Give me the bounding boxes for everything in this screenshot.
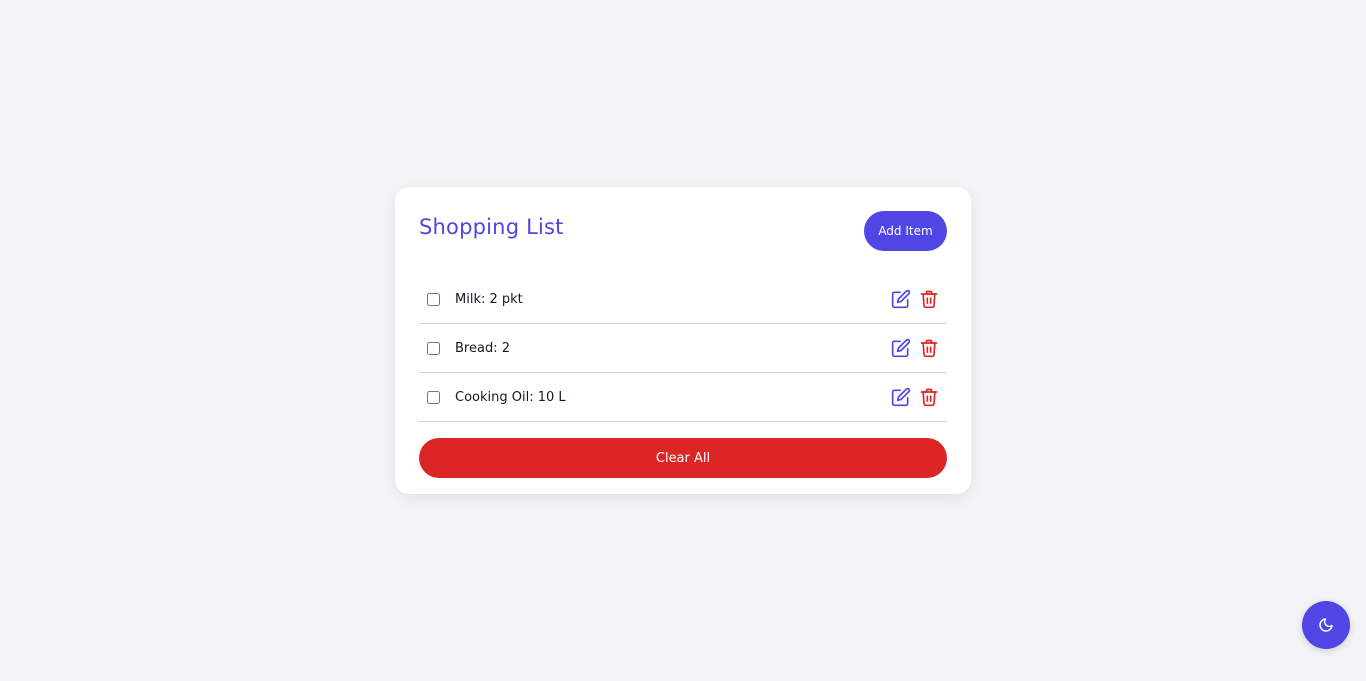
delete-button[interactable] — [919, 338, 939, 358]
delete-button[interactable] — [919, 289, 939, 309]
item-actions — [891, 289, 939, 309]
item-list: Milk: 2 pkt Bread: 2 Cooking Oil: 10 L — [419, 275, 947, 422]
item-checkbox[interactable] — [427, 341, 440, 355]
delete-button[interactable] — [919, 387, 939, 407]
edit-button[interactable] — [891, 289, 911, 309]
item-checkbox[interactable] — [427, 292, 440, 306]
trash-icon — [920, 290, 938, 309]
add-item-button[interactable]: Add Item — [864, 211, 947, 251]
card-header: Shopping List Add Item — [419, 211, 947, 275]
list-item: Cooking Oil: 10 L — [419, 373, 947, 422]
page-title: Shopping List — [419, 215, 564, 239]
item-checkbox[interactable] — [427, 390, 440, 404]
item-actions — [891, 387, 939, 407]
edit-icon — [891, 338, 911, 358]
moon-icon — [1319, 618, 1333, 632]
trash-icon — [920, 339, 938, 358]
list-item: Milk: 2 pkt — [419, 275, 947, 324]
edit-button[interactable] — [891, 387, 911, 407]
shopping-list-card: Shopping List Add Item Milk: 2 pkt Bread… — [395, 187, 971, 494]
list-item: Bread: 2 — [419, 324, 947, 373]
trash-icon — [920, 388, 938, 407]
clear-all-button[interactable]: Clear All — [419, 438, 947, 478]
theme-toggle-button[interactable] — [1302, 601, 1350, 649]
item-text: Bread: 2 — [455, 340, 510, 356]
edit-button[interactable] — [891, 338, 911, 358]
item-actions — [891, 338, 939, 358]
edit-icon — [891, 289, 911, 309]
item-text: Milk: 2 pkt — [455, 291, 523, 307]
edit-icon — [891, 387, 911, 407]
item-text: Cooking Oil: 10 L — [455, 389, 566, 405]
